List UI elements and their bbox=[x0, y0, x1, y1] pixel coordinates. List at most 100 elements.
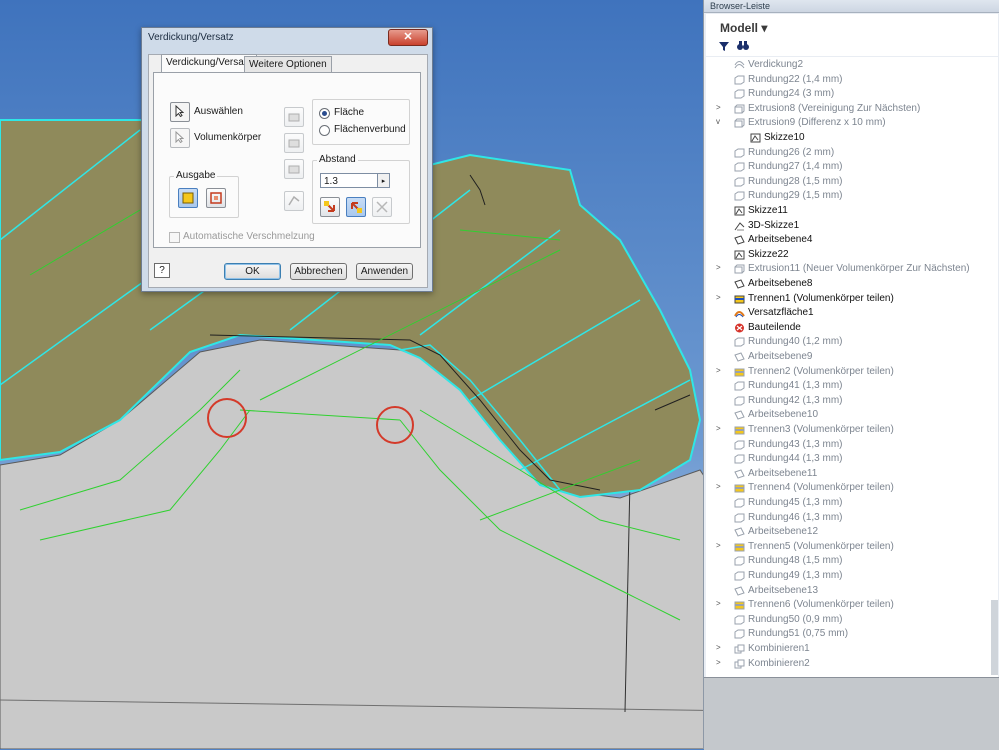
tree-item-label: Rundung46 (1,3 mm) bbox=[748, 511, 843, 523]
expand-toggle-icon[interactable]: > bbox=[716, 424, 724, 433]
tab-more-options[interactable]: Weitere Optionen bbox=[244, 56, 332, 73]
model-dropdown[interactable]: Modell ▾ bbox=[720, 21, 767, 35]
tree-item[interactable]: Skizze22 bbox=[706, 248, 998, 262]
select-faces-button[interactable] bbox=[170, 102, 190, 122]
tree-item[interactable]: Rundung49 (1,3 mm) bbox=[706, 569, 998, 583]
tree-item[interactable]: Arbeitsebene11 bbox=[706, 467, 998, 481]
expand-toggle-icon[interactable]: > bbox=[716, 599, 724, 608]
expand-toggle-icon[interactable]: v bbox=[716, 117, 724, 126]
tree-item[interactable]: Rundung46 (1,3 mm) bbox=[706, 511, 998, 525]
tree-item[interactable]: Rundung28 (1,5 mm) bbox=[706, 175, 998, 189]
tree-item[interactable]: > Trennen6 (Volumenkörper teilen) bbox=[706, 598, 998, 612]
fillet-icon bbox=[734, 75, 745, 85]
tree-item[interactable]: > Extrusion8 (Vereinigung Zur Nächsten) bbox=[706, 102, 998, 116]
distance-input[interactable]: 1.3 bbox=[320, 173, 378, 188]
tree-item-label: Arbeitsebene4 bbox=[748, 234, 813, 246]
expand-toggle-icon[interactable]: > bbox=[716, 541, 724, 550]
tree-item[interactable]: Versatzfläche1 bbox=[706, 306, 998, 320]
tree-item[interactable]: > Trennen2 (Volumenkörper teilen) bbox=[706, 365, 998, 379]
tree-item[interactable]: Arbeitsebene12 bbox=[706, 525, 998, 539]
tree-item[interactable]: Arbeitsebene9 bbox=[706, 350, 998, 364]
end-of-part-icon bbox=[734, 323, 745, 333]
tree-item[interactable]: Verdickung2 bbox=[706, 58, 998, 72]
workplane-icon bbox=[734, 410, 745, 421]
expand-toggle-icon[interactable]: > bbox=[716, 293, 724, 302]
expand-toggle-icon[interactable]: > bbox=[716, 103, 724, 112]
fillet-icon bbox=[734, 396, 745, 406]
tree-item[interactable]: Bauteilende bbox=[706, 321, 998, 335]
tree-item-label: Verdickung2 bbox=[748, 59, 804, 70]
face-select-button-2[interactable] bbox=[284, 133, 304, 153]
sketch-icon bbox=[734, 250, 745, 260]
distance-spin-button[interactable]: ▸ bbox=[378, 173, 390, 188]
binoculars-icon[interactable] bbox=[736, 39, 750, 51]
radio-quilt[interactable] bbox=[319, 125, 330, 136]
apply-button[interactable]: Anwenden bbox=[356, 263, 413, 280]
tree-item[interactable]: v Extrusion9 (Differenz x 10 mm) bbox=[706, 116, 998, 130]
tree-item-label: Trennen4 (Volumenkörper teilen) bbox=[748, 482, 894, 494]
tree-item[interactable]: > Kombinieren1 bbox=[706, 642, 998, 656]
expand-toggle-icon[interactable]: > bbox=[716, 643, 724, 652]
tree-item[interactable]: Arbeitsebene4 bbox=[706, 233, 998, 247]
face-icon bbox=[288, 113, 300, 122]
radio-face[interactable] bbox=[319, 108, 330, 119]
tree-item[interactable]: > Kombinieren2 bbox=[706, 657, 998, 671]
split-icon bbox=[734, 294, 745, 304]
tree-item[interactable]: Rundung22 (1,4 mm) bbox=[706, 73, 998, 87]
help-button[interactable]: ? bbox=[154, 263, 170, 278]
tree-item[interactable]: Rundung48 (1,5 mm) bbox=[706, 554, 998, 568]
tree-item[interactable]: Rundung27 (1,4 mm) bbox=[706, 160, 998, 174]
face-select-button-1[interactable] bbox=[284, 107, 304, 127]
tree-item[interactable]: > Trennen4 (Volumenkörper teilen) bbox=[706, 481, 998, 495]
close-button[interactable]: ✕ bbox=[388, 29, 428, 46]
tree-item[interactable]: Rundung50 (0,9 mm) bbox=[706, 613, 998, 627]
cancel-button[interactable]: Abbrechen bbox=[290, 263, 347, 280]
output-surface-button[interactable] bbox=[206, 188, 226, 208]
tree-item[interactable]: Rundung42 (1,3 mm) bbox=[706, 394, 998, 408]
tree-item[interactable]: Skizze10 bbox=[706, 131, 998, 145]
output-solid-button[interactable] bbox=[178, 188, 198, 208]
auto-blend-checkbox[interactable] bbox=[169, 232, 180, 243]
tree-item[interactable]: Rundung44 (1,3 mm) bbox=[706, 452, 998, 466]
tree-scrollbar[interactable] bbox=[991, 600, 998, 675]
tree-item[interactable]: Rundung43 (1,3 mm) bbox=[706, 438, 998, 452]
tree-item[interactable]: Arbeitsebene10 bbox=[706, 408, 998, 422]
expand-toggle-icon[interactable]: > bbox=[716, 263, 724, 272]
direction-2-button[interactable] bbox=[346, 197, 366, 217]
chain-faces-button[interactable] bbox=[284, 191, 304, 211]
tree-item[interactable]: > Extrusion11 (Neuer Volumenkörper Zur Nä… bbox=[706, 262, 998, 276]
tree-item[interactable]: Rundung24 (3 mm) bbox=[706, 87, 998, 101]
fillet-icon bbox=[734, 177, 745, 187]
tree-item-label: Skizze22 bbox=[748, 248, 789, 260]
tab-thicken-offset[interactable]: Verdickung/Versatz bbox=[161, 54, 257, 74]
symmetric-button[interactable] bbox=[372, 197, 392, 217]
fillet-icon bbox=[734, 162, 745, 172]
tree-item[interactable]: Arbeitsebene13 bbox=[706, 584, 998, 598]
tree-item[interactable]: > Trennen3 (Volumenkörper teilen) bbox=[706, 423, 998, 437]
filter-icon[interactable] bbox=[718, 40, 730, 52]
tree-item[interactable]: Rundung41 (1,3 mm) bbox=[706, 379, 998, 393]
select-solid-button[interactable] bbox=[170, 128, 190, 148]
tree-item[interactable]: Rundung51 (0,75 mm) bbox=[706, 627, 998, 641]
solid-label: Volumenkörper bbox=[194, 132, 262, 143]
radio-face-label: Fläche bbox=[334, 107, 365, 118]
tree-item[interactable]: > Trennen5 (Volumenkörper teilen) bbox=[706, 540, 998, 554]
tree-item[interactable]: Arbeitsebene8 bbox=[706, 277, 998, 291]
tree-item[interactable]: Rundung26 (2 mm) bbox=[706, 146, 998, 160]
expand-toggle-icon[interactable]: > bbox=[716, 658, 724, 667]
tree-item[interactable]: Rundung40 (1,2 mm) bbox=[706, 335, 998, 349]
tree-item[interactable]: > Trennen1 (Volumenkörper teilen) bbox=[706, 292, 998, 306]
ok-button[interactable]: OK bbox=[224, 263, 281, 280]
tree-item[interactable]: Rundung29 (1,5 mm) bbox=[706, 189, 998, 203]
expand-toggle-icon[interactable]: > bbox=[716, 482, 724, 491]
face-select-button-3[interactable] bbox=[284, 159, 304, 179]
tree-item-label: Arbeitsebene11 bbox=[748, 467, 818, 479]
tree-item[interactable]: Skizze11 bbox=[706, 204, 998, 218]
sketch-icon bbox=[750, 133, 761, 143]
tree-item[interactable]: 3D-Skizze1 bbox=[706, 219, 998, 233]
tree-item-label: Rundung43 (1,3 mm) bbox=[748, 438, 843, 450]
expand-toggle-icon[interactable]: > bbox=[716, 366, 724, 375]
direction-1-button[interactable] bbox=[320, 197, 340, 217]
tree-item[interactable]: Rundung45 (1,3 mm) bbox=[706, 496, 998, 510]
tree-item-label: Trennen3 (Volumenkörper teilen) bbox=[748, 424, 894, 435]
